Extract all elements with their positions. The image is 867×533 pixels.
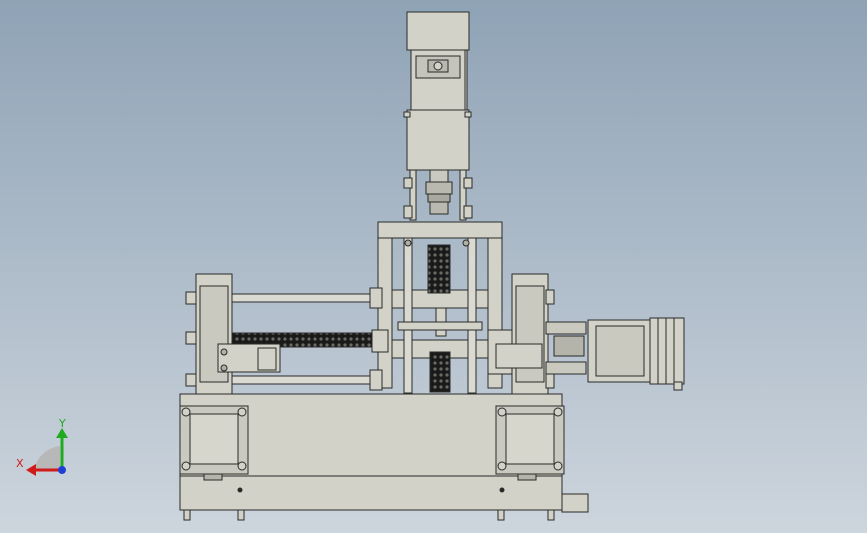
x-axis-arrowhead xyxy=(26,464,36,476)
y-axis-label: Y xyxy=(58,417,66,430)
vertical-frame xyxy=(377,221,503,394)
axis-triad: Y X xyxy=(16,417,68,476)
machine-base xyxy=(179,393,589,521)
right-end-block xyxy=(487,273,587,395)
x-axis-label: X xyxy=(16,457,24,470)
assembly-model[interactable]: Y X xyxy=(0,0,867,533)
vertical-spring-upper xyxy=(427,244,451,294)
vertical-spring-lower xyxy=(429,351,451,393)
vertical-coupling xyxy=(403,169,473,221)
horizontal-motor xyxy=(587,317,685,391)
cad-viewport[interactable]: Y X xyxy=(0,0,867,533)
vertical-motor xyxy=(403,11,472,171)
triad-plane xyxy=(34,446,60,470)
z-axis-dot xyxy=(58,466,66,474)
